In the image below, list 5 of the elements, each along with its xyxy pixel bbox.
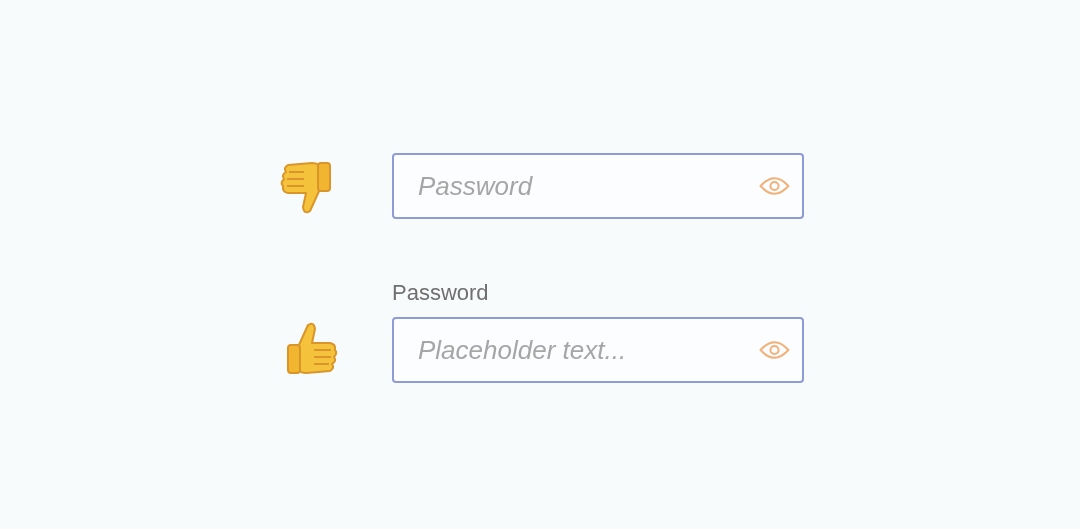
password-field[interactable]: Placeholder text... [392,317,804,383]
password-field[interactable]: Password [392,153,804,219]
password-input[interactable]: Password [416,169,759,203]
password-input[interactable]: Placeholder text... [416,333,759,367]
field-label: Password [392,281,490,305]
